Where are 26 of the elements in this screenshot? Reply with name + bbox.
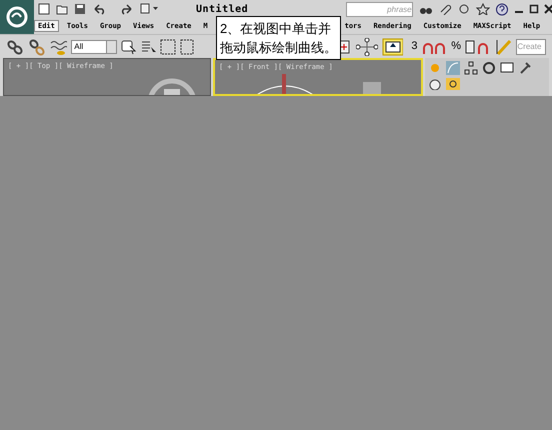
snap-label: 3 (411, 39, 418, 54)
viewport-toggle-icon[interactable] (382, 38, 404, 56)
move-gizmo-icon[interactable] (356, 38, 378, 56)
window-title: Untitled (196, 2, 248, 16)
rectangle-select-icon[interactable] (160, 38, 176, 54)
folder-icon[interactable] (56, 3, 68, 15)
unlink-icon[interactable] (28, 38, 46, 56)
link-icon[interactable] (6, 38, 24, 56)
selection-filter-dropdown[interactable]: All (71, 40, 117, 54)
new-file-icon[interactable] (38, 3, 50, 15)
hammer-icon[interactable] (518, 61, 532, 75)
shapes-icon[interactable] (446, 78, 460, 90)
app-logo-icon[interactable] (0, 0, 34, 34)
maximize-icon[interactable] (528, 4, 539, 14)
select-by-name-icon[interactable] (140, 38, 156, 54)
help-icon[interactable] (494, 2, 509, 16)
select-object-icon[interactable] (120, 38, 137, 54)
window-crossing-icon[interactable] (180, 38, 194, 54)
hierarchy-icon[interactable] (464, 61, 478, 75)
save-icon[interactable] (74, 3, 86, 15)
close-icon[interactable] (544, 4, 552, 14)
display-icon[interactable] (500, 61, 514, 75)
percent-snap-label: % (451, 39, 461, 54)
star-icon[interactable] (476, 3, 490, 15)
project-icon[interactable] (140, 3, 160, 15)
instruction-text: 2、在视图中单击并 拖动鼠标绘制曲线。 (220, 20, 337, 57)
